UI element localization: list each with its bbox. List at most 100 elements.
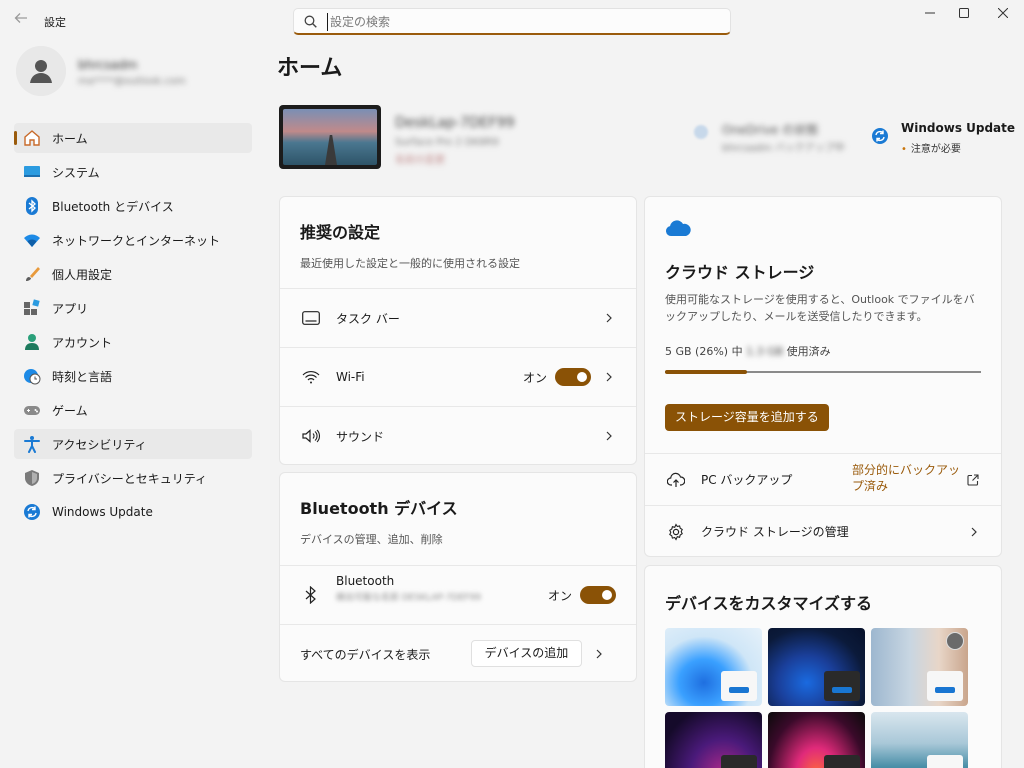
sidebar-item-apps[interactable]: アプリ xyxy=(14,293,252,323)
theme-thumbnail-glow[interactable] xyxy=(665,712,762,768)
sidebar-item-label: アカウント xyxy=(52,335,113,350)
theme-thumbnail-spotlight[interactable] xyxy=(871,628,968,706)
bluetooth-discoverable-name: 検出可能な名前 DESKLAP-7DEF99 xyxy=(336,593,481,603)
sidebar-item-time-language[interactable]: 時刻と言語 xyxy=(14,361,252,391)
sidebar-item-label: アクセシビリティ xyxy=(52,437,147,452)
personalization-icon xyxy=(23,265,41,283)
sidebar-item-accessibility[interactable]: アクセシビリティ xyxy=(14,429,252,459)
windows-update-title: Windows Update xyxy=(901,121,1016,135)
profile-name: bhrcsadm xyxy=(78,58,138,72)
sidebar-item-privacy[interactable]: プライバシーとセキュリティ xyxy=(14,463,252,493)
gaming-icon xyxy=(23,401,41,419)
sidebar-item-windows-update[interactable]: Windows Update xyxy=(14,497,252,527)
theme-thumbnail-captured-motion[interactable] xyxy=(871,712,968,768)
close-button[interactable] xyxy=(985,4,1021,24)
windows-update-icon xyxy=(872,128,888,144)
sidebar-item-label: Windows Update xyxy=(52,505,153,519)
storage-progress-bar xyxy=(665,370,981,374)
theme-thumbnail-flow[interactable] xyxy=(768,712,865,768)
chevron-right-icon xyxy=(606,313,612,323)
chevron-right-icon[interactable] xyxy=(594,649,604,659)
onedrive-status-title: OneDrive の状態 xyxy=(722,123,819,137)
title-bar: 設定 xyxy=(0,0,1024,42)
search-box[interactable] xyxy=(293,8,731,35)
minimize-button[interactable] xyxy=(912,4,948,24)
storage-used-amount: 1.3 GB xyxy=(746,345,784,358)
onedrive-icon xyxy=(665,220,691,236)
sidebar-item-account[interactable]: アカウント xyxy=(14,327,252,357)
windows-update-icon xyxy=(23,503,41,521)
sidebar-item-label: ネットワークとインターネット xyxy=(52,233,221,248)
wifi-label: Wi-Fi xyxy=(336,370,365,384)
chevron-right-icon xyxy=(606,372,612,382)
theme-thumbnail-light[interactable] xyxy=(665,628,762,706)
sidebar-item-gaming[interactable]: ゲーム xyxy=(14,395,252,425)
wifi-icon xyxy=(301,367,321,387)
sidebar-item-personalization[interactable]: 個人用設定 xyxy=(14,259,252,289)
recommended-desc: 最近使用した設定と一般的に使用される設定 xyxy=(300,257,520,270)
bluetooth-card-title: Bluetooth デバイス xyxy=(300,499,458,518)
maximize-button[interactable] xyxy=(946,4,982,24)
bluetooth-toggle-state: オン xyxy=(547,588,572,603)
wifi-row[interactable]: Wi-Fi オン xyxy=(280,347,636,406)
theme-thumbnail-dark[interactable] xyxy=(768,628,865,706)
sidebar-item-label: 時刻と言語 xyxy=(52,369,113,384)
taskbar-icon xyxy=(301,308,321,328)
back-button[interactable] xyxy=(10,10,32,32)
sound-label: サウンド xyxy=(336,429,385,444)
sidebar-nav: ホーム システム Bluetooth とデバイス ネットワークとインターネット … xyxy=(14,123,252,531)
backup-status[interactable]: 部分的にバックアップ済み xyxy=(852,462,962,494)
sidebar-item-label: プライバシーとセキュリティ xyxy=(52,471,208,486)
pc-backup-row[interactable]: PC バックアップ 部分的にバックアップ済み xyxy=(645,453,1001,505)
page-title: ホーム xyxy=(277,56,343,81)
app-title: 設定 xyxy=(44,16,66,29)
rename-link[interactable]: 名前の変更 xyxy=(395,151,445,166)
sound-row[interactable]: サウンド xyxy=(280,406,636,464)
customize-device-card: デバイスをカスタマイズする xyxy=(644,565,1002,768)
customize-title: デバイスをカスタマイズする xyxy=(665,594,873,613)
add-device-button[interactable]: デバイスの追加 xyxy=(471,640,582,667)
storage-usage-prefix: 5 GB (26%) 中 xyxy=(665,345,743,358)
apps-icon xyxy=(23,299,41,317)
minimize-icon xyxy=(925,12,935,14)
sidebar-item-label: システム xyxy=(52,165,100,180)
user-avatar-icon xyxy=(16,46,66,96)
sidebar-item-label: Bluetooth とデバイス xyxy=(52,199,174,214)
device-name: DeskLap-7DEF99 xyxy=(395,115,515,131)
cloud-upload-icon xyxy=(666,470,686,490)
time-language-icon xyxy=(23,367,41,385)
cloud-storage-desc: 使用可能なストレージを使用すると、Outlook でファイルをバックアップしたり… xyxy=(665,293,975,323)
all-devices-label: すべてのデバイスを表示 xyxy=(300,647,431,662)
add-storage-button[interactable]: ストレージ容量を追加する xyxy=(665,404,829,431)
bluetooth-icon xyxy=(301,585,321,605)
storage-usage: 5 GB (26%) 中 1.3 GB 使用済み xyxy=(665,343,831,359)
maximize-icon xyxy=(959,8,969,18)
search-input[interactable] xyxy=(327,13,717,31)
taskbar-label: タスク バー xyxy=(336,311,400,326)
manage-cloud-storage-row[interactable]: クラウド ストレージの管理 xyxy=(645,505,1001,556)
bluetooth-row[interactable]: Bluetooth 検出可能な名前 DESKLAP-7DEF99 オン xyxy=(280,565,636,624)
cloud-storage-card: クラウド ストレージ 使用可能なストレージを使用すると、Outlook でファイ… xyxy=(644,196,1002,557)
sound-icon xyxy=(301,426,321,446)
bluetooth-card-desc: デバイスの管理、追加、削除 xyxy=(300,533,443,546)
sidebar-item-home[interactable]: ホーム xyxy=(14,123,252,153)
sidebar-item-label: アプリ xyxy=(52,301,89,316)
chevron-right-icon xyxy=(606,431,612,441)
taskbar-row[interactable]: タスク バー xyxy=(280,288,636,347)
onedrive-status-icon xyxy=(694,125,708,139)
sidebar-item-label: ゲーム xyxy=(52,403,88,418)
device-thumbnail xyxy=(279,105,381,169)
account-icon xyxy=(23,333,41,351)
wifi-toggle-state: オン xyxy=(522,370,547,385)
sidebar-item-system[interactable]: システム xyxy=(14,157,252,187)
bluetooth-toggle[interactable] xyxy=(580,586,616,604)
search-icon xyxy=(304,15,317,28)
sidebar-item-bluetooth[interactable]: Bluetooth とデバイス xyxy=(14,191,252,221)
all-devices-row[interactable]: すべてのデバイスを表示 デバイスの追加 xyxy=(280,624,636,681)
sidebar-item-network[interactable]: ネットワークとインターネット xyxy=(14,225,252,255)
wifi-toggle[interactable] xyxy=(555,368,591,386)
sidebar-item-label: 個人用設定 xyxy=(52,267,113,282)
bluetooth-icon xyxy=(23,197,41,215)
user-profile[interactable]: bhrcsadm ma****@outlook.com xyxy=(16,46,256,102)
bluetooth-label: Bluetooth xyxy=(336,574,395,588)
